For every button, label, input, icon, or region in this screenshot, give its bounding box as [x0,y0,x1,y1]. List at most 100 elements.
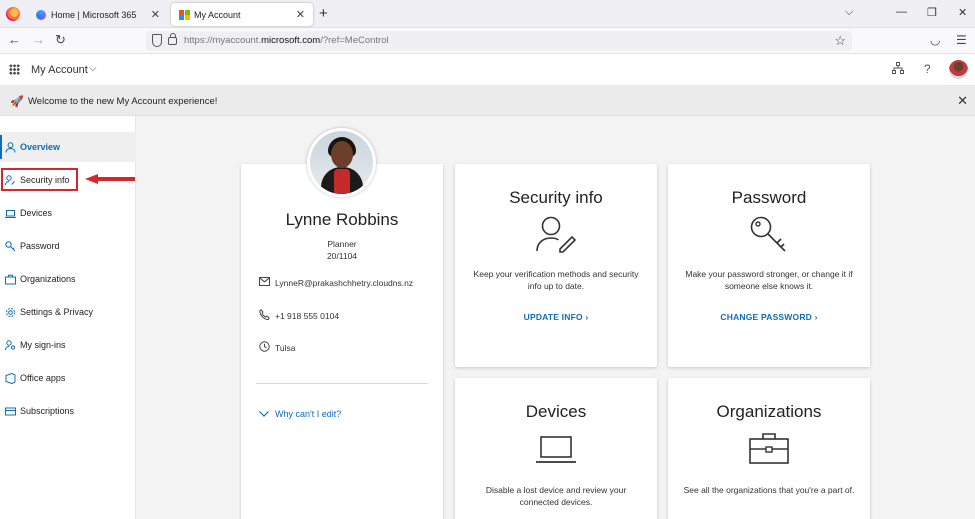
profile-office: 20/1104 [326,251,358,261]
bookmark-star-icon[interactable]: ☆ [834,33,846,49]
browser-tab-m365[interactable]: Home | Microsoft 365 ✕ [28,3,168,26]
profile-location-row: Tulsa [258,341,295,355]
pocket-icon[interactable]: ◡ [930,33,940,47]
person-edit-icon [536,216,577,253]
help-icon[interactable]: ? [924,62,931,76]
new-tab-icon[interactable]: + [319,5,328,22]
sidebar-item-label: Password [20,241,60,251]
briefcase-icon [5,274,16,285]
browser-nav-bar: ← → ↻ https://myaccount.microsoft.com/?r… [0,28,975,54]
tile-description: See all the organizations that you're a … [683,485,855,495]
forward-arrow-icon[interactable]: → [32,32,45,47]
tile-title: Organizations [716,402,822,421]
sidebar-item-organizations[interactable]: Organizations [0,264,136,294]
microsoft-365-icon [36,9,46,20]
window-close-icon[interactable]: ✕ [958,6,967,19]
rocket-icon: 🚀 [10,96,24,108]
devices-tile[interactable]: Devices Disable a lost device and review… [455,378,657,519]
app-title[interactable]: My Account [31,64,88,76]
org-chart-icon[interactable] [892,62,904,77]
url-text[interactable]: https://myaccount.microsoft.com/?ref=MeC… [184,35,389,46]
change-password-link[interactable]: CHANGE PASSWORD › [668,312,870,322]
reload-icon[interactable]: ↻ [55,32,66,48]
url-bar[interactable]: https://myaccount.microsoft.com/?ref=MeC… [146,31,852,51]
menu-icon[interactable]: ☰ [956,33,967,47]
sidebar-item-label: Settings & Privacy [20,307,94,317]
key-icon [5,240,16,252]
restore-icon[interactable]: ❐ [927,6,937,19]
tab-list-chevron-icon[interactable]: ⌵ [845,6,853,19]
profile-job-title: Planner [327,239,357,249]
tab-title: My Account [194,9,241,20]
why-cant-edit-label: Why can't I edit? [275,409,342,419]
firefox-logo-icon[interactable] [6,7,20,21]
sidebar-item-label: Subscriptions [20,406,75,416]
profile-email-row: LynneR@prakashchhetry.cloudns.nz [258,277,413,289]
tile-title: Security info [509,188,603,207]
tab-title: Home | Microsoft 365 [51,9,137,20]
laptop-icon [536,436,576,463]
browser-tab-strip: Home | Microsoft 365 ✕ My Account ✕ + ⌵ … [0,0,975,28]
tile-title: Devices [525,402,587,421]
lock-icon[interactable] [168,33,177,45]
security-info-tile[interactable]: Security info Keep your verification met… [455,164,657,367]
chevron-down-icon[interactable]: ⌵ [89,63,97,74]
app-header: My Account ⌵ ? [0,54,975,86]
person-key-icon [5,339,16,351]
profile-card: Lynne Robbins Planner 20/1104 LynneR@pra… [241,164,443,519]
sidebar-item-subscriptions[interactable]: Subscriptions [0,396,136,426]
tile-title: Password [731,188,807,207]
phone-icon [258,309,270,323]
sidebar-item-label: Organizations [20,274,76,284]
tile-description: Make your password stronger, or change i… [685,269,853,291]
divider [256,383,428,384]
sidebar-item-office-apps[interactable]: Office apps [0,363,136,393]
welcome-banner: 🚀 Welcome to the new My Account experien… [0,86,975,116]
microsoft-logo-icon [179,9,190,20]
sidebar-item-label: My sign-ins [20,340,66,350]
sidebar-item-settings-privacy[interactable]: Settings & Privacy [0,297,136,327]
profile-location: Tulsa [275,343,296,353]
back-arrow-icon[interactable]: ← [8,32,21,47]
laptop-icon [5,208,16,219]
tracking-shield-icon[interactable] [152,34,162,47]
browser-tab-my-account[interactable]: My Account ✕ [171,3,313,26]
clock-icon [258,341,270,355]
sidebar-item-my-sign-ins[interactable]: My sign-ins [0,330,136,360]
password-tile[interactable]: Password Make your password stronger, or… [668,164,870,367]
office-icon [5,372,16,384]
profile-email: LynneR@prakashchhetry.cloudns.nz [275,278,414,288]
card-icon [5,406,16,417]
sidebar-item-label: Devices [20,208,53,218]
briefcase-icon [749,433,789,464]
person-icon [5,141,16,153]
gear-icon [5,307,16,318]
close-icon[interactable]: ✕ [296,8,305,21]
chevron-right-icon: › [814,312,818,322]
profile-phone: +1 918 555 0104 [275,311,340,321]
profile-phone-row: +1 918 555 0104 [258,309,339,323]
chevron-right-icon: › [585,312,589,322]
key-icon [750,216,786,252]
profile-photo [307,128,376,197]
sidebar-item-overview[interactable]: Overview [0,132,136,162]
close-icon[interactable]: ✕ [957,93,968,109]
app-launcher-icon[interactable] [9,64,20,75]
red-arrow-annotation [85,174,135,184]
minimize-icon[interactable]: — [896,6,907,18]
sidebar-item-devices[interactable]: Devices [0,198,136,228]
why-cant-edit-link[interactable]: Why can't I edit? [259,409,341,419]
banner-text: Welcome to the new My Account experience… [28,96,218,107]
main-content: Lynne Robbins Planner 20/1104 LynneR@pra… [136,116,975,519]
chevron-down-icon [259,409,269,419]
avatar[interactable] [949,60,968,79]
mail-icon [258,277,270,289]
sidebar-item-password[interactable]: Password [0,231,136,261]
close-icon[interactable]: ✕ [151,8,160,21]
update-info-link[interactable]: UPDATE INFO › [455,312,657,322]
sidebar-item-label: Overview [20,142,61,152]
organizations-tile[interactable]: Organizations See all the organizations … [668,378,870,519]
tile-description: Keep your verification methods and secur… [473,269,639,291]
tile-description: Disable a lost device and review your co… [485,485,627,507]
sidebar-item-label: Office apps [20,373,66,383]
